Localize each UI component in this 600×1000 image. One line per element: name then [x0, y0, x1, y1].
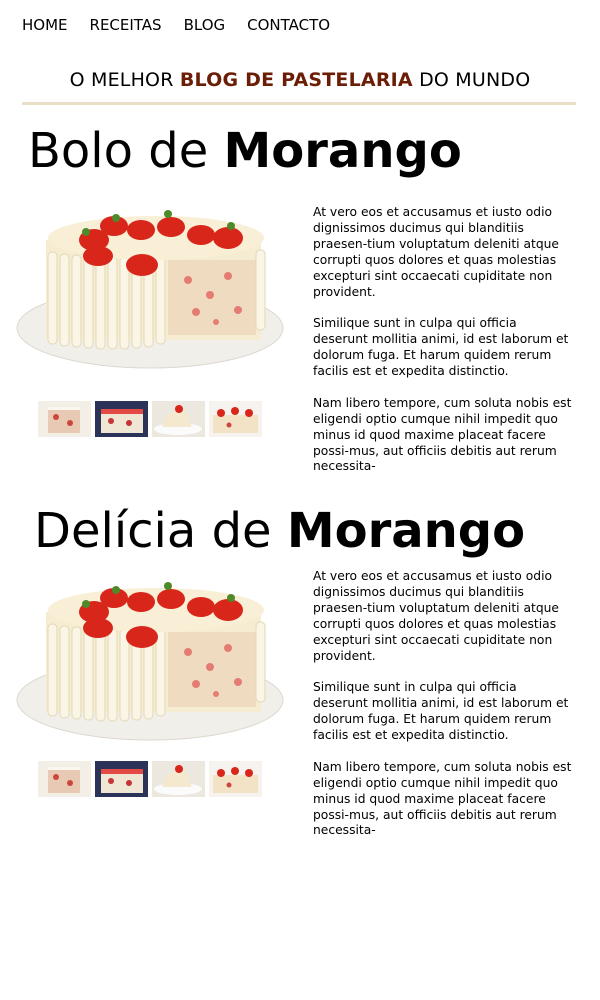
- post-paragraph: Similique sunt in culpa qui officia dese…: [313, 316, 569, 379]
- thumbnail-strip: [38, 401, 266, 437]
- nav-receitas-link[interactable]: RECEITAS: [90, 16, 162, 34]
- tagline-highlight: BLOG DE PASTELARIA: [179, 69, 413, 91]
- post-paragraph: At vero eos et accusamus et iusto odio d…: [313, 205, 559, 299]
- main-nav: HOME RECEITAS BLOG CONTACTO: [22, 16, 352, 34]
- post-paragraph: Nam libero tempore, cum soluta nobis est…: [313, 395, 572, 474]
- thumbnail-cake-dark[interactable]: [95, 401, 148, 437]
- thumbnail-slice-side[interactable]: [38, 761, 91, 797]
- nav-home-link[interactable]: HOME: [22, 16, 68, 34]
- post-title-normal: Bolo de: [28, 123, 224, 179]
- post-paragraph: Nam libero tempore, cum soluta nobis est…: [313, 759, 572, 838]
- nav-contacto-link[interactable]: CONTACTO: [247, 16, 330, 34]
- post-paragraph: At vero eos et accusamus et iusto odio d…: [313, 569, 559, 663]
- post-body: At vero eos et accusamus et iusto odio d…: [313, 205, 573, 491]
- tagline-suffix: DO MUNDO: [412, 69, 531, 91]
- thumbnail-whole-cake[interactable]: [209, 761, 262, 797]
- nav-blog-link[interactable]: BLOG: [184, 16, 226, 34]
- cake-image: [16, 582, 284, 741]
- thumbnail-strip: [38, 761, 266, 797]
- thumbnail-whole-cake[interactable]: [209, 401, 262, 437]
- header-divider: [22, 102, 576, 105]
- post-title: Bolo de Morango: [28, 127, 462, 175]
- thumbnail-slice-plate[interactable]: [152, 401, 205, 437]
- cake-image: [16, 210, 284, 369]
- post-body: At vero eos et accusamus et iusto odio d…: [313, 569, 573, 855]
- thumbnail-cake-dark[interactable]: [95, 761, 148, 797]
- post-title-bold: Morango: [286, 503, 526, 559]
- tagline-prefix: O MELHOR: [69, 69, 180, 91]
- post-title: Delícia de Morango: [34, 507, 525, 555]
- site-tagline: O MELHOR BLOG DE PASTELARIA DO MUNDO: [0, 69, 600, 91]
- thumbnail-slice-plate[interactable]: [152, 761, 205, 797]
- thumbnail-slice-side[interactable]: [38, 401, 91, 437]
- post-paragraph: Similique sunt in culpa qui officia dese…: [313, 680, 569, 743]
- post-title-normal: Delícia de: [34, 503, 287, 559]
- post-title-bold: Morango: [223, 123, 462, 179]
